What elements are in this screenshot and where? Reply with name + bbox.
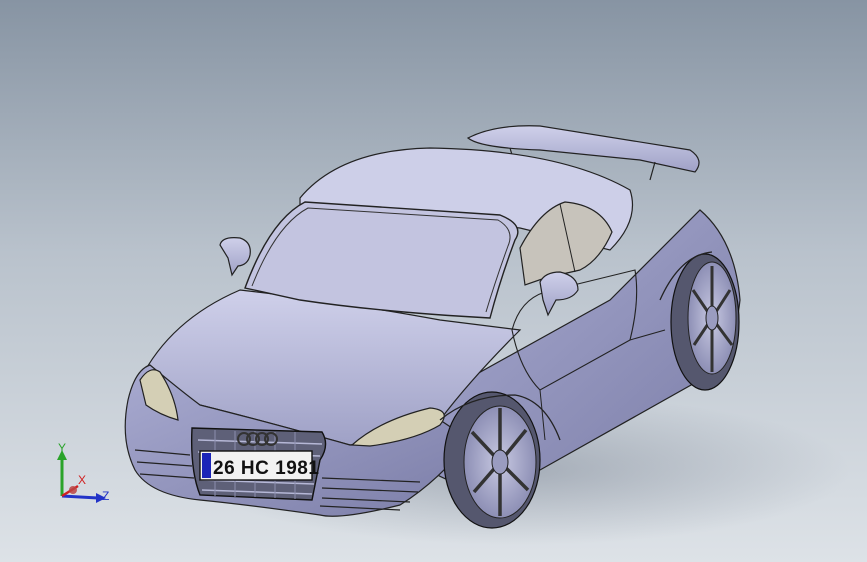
right-mirror[interactable] <box>539 271 579 317</box>
coordinate-triad: Y X Z <box>46 440 116 510</box>
car-model[interactable]: 26 HC 1981 <box>0 0 867 562</box>
front-wheel[interactable] <box>443 391 541 529</box>
license-plate: 26 HC 1981 <box>199 450 319 481</box>
x-axis-label: X <box>78 473 87 487</box>
graphics-viewport[interactable]: 26 HC 1981 Y X Z <box>0 0 867 562</box>
left-mirror[interactable] <box>219 237 251 277</box>
rear-wheel[interactable] <box>670 253 740 391</box>
z-axis-arrow <box>61 494 99 500</box>
y-axis-label: Y <box>58 441 67 455</box>
license-plate-text: 26 HC 1981 <box>213 458 319 479</box>
z-axis-label: Z <box>102 489 110 503</box>
